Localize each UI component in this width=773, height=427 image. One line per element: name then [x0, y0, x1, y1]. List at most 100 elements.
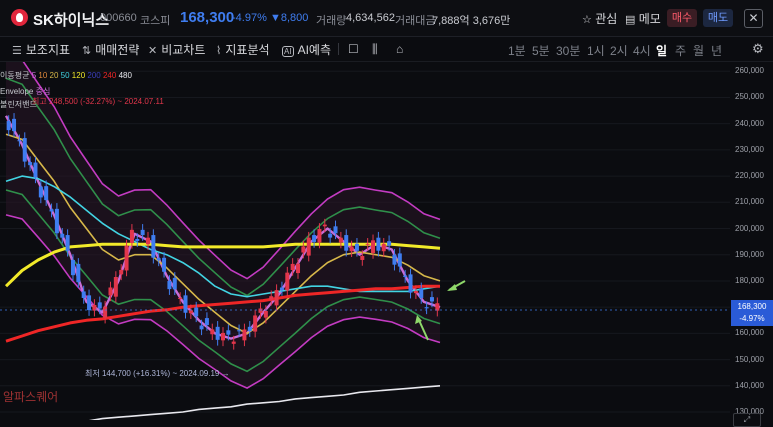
candle-body — [376, 237, 381, 251]
memo-button[interactable]: ▤ 메모 — [625, 10, 661, 27]
candle-body — [178, 297, 183, 299]
market-label: 코스피 — [140, 15, 171, 27]
candle-body — [269, 296, 274, 300]
sk-logo-icon — [11, 9, 28, 26]
change-amount: ▼8,800 — [270, 12, 309, 24]
strategy-label: 매매전략 — [95, 43, 140, 57]
amount-value: 7,888억 3,676만 — [432, 15, 511, 27]
price-axis-label: 180,000 — [735, 275, 764, 285]
analysis-button[interactable]: ⌇ 지표분석 — [216, 41, 270, 58]
candle-body — [258, 308, 263, 313]
price-axis-label: 140,000 — [735, 380, 764, 390]
green-arrow-icon — [447, 280, 466, 291]
candle-body — [349, 246, 354, 252]
candle-body — [6, 121, 11, 131]
candle-body — [129, 229, 134, 243]
interest-label: 관심 — [595, 12, 618, 26]
auto-scale-button[interactable]: ⤢ — [733, 413, 761, 427]
candle-body — [231, 341, 236, 344]
max-price-annotation: 최고 248,500 (-32.27%) ~ 2024.07.11 — [32, 97, 164, 106]
buy-button[interactable]: 매수 — [667, 9, 697, 27]
ma-period-10: 10 — [38, 71, 48, 80]
candle-body — [194, 307, 199, 317]
close-icon[interactable]: ✕ — [744, 9, 763, 28]
volume-value: 4,634,562 — [346, 12, 395, 24]
price-chart[interactable]: 이동평균 5 10 20 50 120 200 240 480 Envelope… — [0, 62, 773, 427]
candle-body — [103, 306, 108, 318]
strategy-button[interactable]: ⇅ 매매전략 — [82, 41, 139, 58]
candle-body — [312, 235, 317, 242]
candle-body — [140, 229, 145, 236]
period-1h[interactable]: 1시 — [587, 42, 605, 59]
candle-body — [360, 255, 365, 260]
ma-legend[interactable]: 이동평균 5 10 20 50 120 200 240 480 — [0, 70, 132, 81]
candle-body — [354, 243, 359, 251]
compare-icon: ✕ — [148, 45, 158, 57]
period-1min[interactable]: 1분 — [508, 42, 526, 59]
candle-body — [162, 257, 167, 272]
candle-body — [172, 277, 177, 290]
stock-code: 000660 — [100, 12, 137, 24]
period-2h[interactable]: 2시 — [610, 42, 628, 59]
candle-body — [274, 290, 279, 306]
period-week[interactable]: 주 — [675, 42, 686, 59]
candle-body — [285, 272, 290, 291]
camera-icon[interactable]: ⌂ — [396, 42, 403, 56]
gear-icon[interactable]: ⚙ — [752, 41, 764, 57]
candle-body — [188, 310, 193, 314]
ma-period-5: 5 — [31, 71, 37, 80]
toolbar-divider — [338, 43, 339, 55]
candle-body — [435, 303, 440, 311]
compare-button[interactable]: ✕ 비교차트 — [148, 41, 205, 58]
period-30min[interactable]: 30분 — [556, 42, 580, 59]
ma-period-120: 120 — [71, 71, 86, 80]
candle-body — [381, 243, 386, 252]
price-axis-label: 210,000 — [735, 197, 764, 207]
candle-body — [113, 277, 118, 297]
square-icon[interactable]: ☐ — [348, 42, 359, 56]
candle-body — [119, 269, 124, 275]
candle-body — [199, 325, 204, 330]
price-axis-label: 250,000 — [735, 92, 764, 102]
current-price-tag-value: 168,300 — [737, 302, 767, 311]
ai-predict-button[interactable]: AI AI예측 — [282, 41, 331, 58]
candle-body — [145, 237, 150, 245]
candle-body — [371, 240, 376, 253]
candle-body — [226, 330, 231, 335]
ma-period-240: 240 — [102, 71, 117, 80]
candle-body — [54, 208, 59, 234]
period-day[interactable]: 일 — [656, 42, 667, 59]
change-percent: -4.97% — [232, 12, 267, 24]
ma-period-480: 480 — [118, 71, 132, 80]
candle-icon[interactable]: ⫼ — [372, 42, 378, 57]
strategy-icon: ⇅ — [82, 45, 92, 57]
candle-body — [49, 209, 54, 212]
stock-name[interactable]: SK하이닉스 — [33, 9, 109, 30]
sell-button[interactable]: 매도 — [703, 9, 733, 27]
period-month[interactable]: 월 — [693, 42, 704, 59]
candle-body — [215, 326, 220, 340]
compare-label: 비교차트 — [161, 43, 206, 57]
candle-body — [429, 297, 434, 302]
candle-body — [413, 290, 418, 294]
period-5min[interactable]: 5분 — [532, 42, 550, 59]
candle-body — [301, 246, 306, 253]
period-4h[interactable]: 4시 — [633, 42, 651, 59]
candle-body — [317, 228, 322, 243]
candle-body — [151, 235, 156, 258]
candle-body — [38, 186, 43, 198]
candle-body — [22, 138, 27, 162]
period-year[interactable]: 년 — [711, 42, 722, 59]
candle-body — [70, 259, 75, 276]
chart-canvas[interactable] — [0, 62, 773, 420]
interest-button[interactable]: ☆ 관심 — [582, 10, 617, 27]
watermark-logo: 알파스퀘어 — [3, 390, 59, 404]
ma-legend-title: 이동평균 — [0, 71, 30, 80]
indicator-button[interactable]: ☰ 보조지표 — [12, 41, 70, 58]
candle-body — [306, 237, 311, 256]
envelope-legend-sub: 중심 — [35, 87, 51, 96]
candle-body — [108, 287, 113, 296]
candle-body — [397, 253, 402, 267]
candle-body — [76, 263, 81, 283]
ma-period-50: 50 — [60, 71, 70, 80]
